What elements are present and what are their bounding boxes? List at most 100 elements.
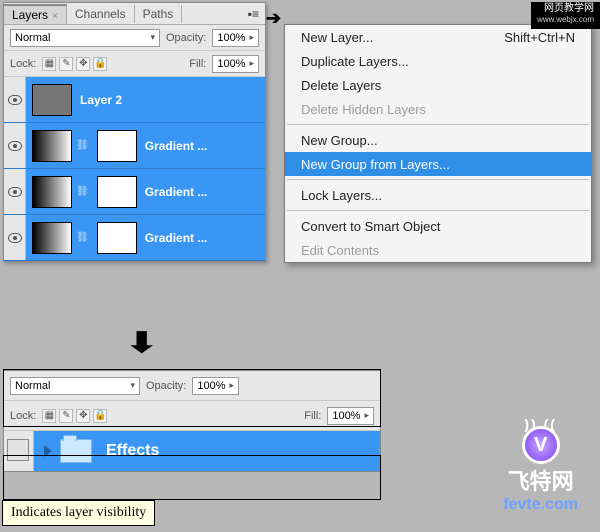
menu-delete-hidden-layers: Delete Hidden Layers (285, 97, 591, 121)
layer-row[interactable]: ⛓ Gradient ... (4, 169, 265, 215)
layer-row[interactable]: ⛓ Gradient ... (4, 123, 265, 169)
panel-tabs: Layers × Channels Paths ▪≡ (4, 3, 265, 25)
panel-flyout-icon[interactable]: ▪≡ (242, 7, 265, 21)
watermark-brand: 飞特网 fevte.com (503, 464, 578, 514)
visibility-toggle[interactable] (4, 215, 26, 260)
lock-position-icon[interactable]: ✥ (76, 57, 90, 71)
eye-icon (8, 95, 22, 105)
menu-item-label: Delete Layers (301, 78, 381, 93)
folder-icon (60, 439, 92, 463)
watermark-url: www.webjx.com (537, 14, 594, 25)
layer-mask-thumbnail[interactable] (97, 130, 137, 162)
layer-row[interactable]: ⛓ Gradient ... (4, 215, 265, 261)
menu-new-group[interactable]: New Group... (285, 128, 591, 152)
lock-transparent-icon[interactable]: ▦ (42, 57, 56, 71)
layer-name[interactable]: Layer 2 (80, 93, 122, 107)
lock-label: Lock: (10, 58, 36, 70)
layers-list: Layer 2 ⛓ Gradient ... ⛓ Gradient ... ⛓ … (4, 77, 265, 261)
close-icon[interactable]: × (52, 11, 58, 22)
chevron-down-icon: ▾ (130, 380, 135, 391)
lock-position-icon[interactable]: ✥ (76, 409, 90, 423)
visibility-toggle[interactable] (4, 123, 26, 168)
layer-name[interactable]: Gradient ... (145, 185, 208, 199)
brand-text: 飞特网 (508, 469, 574, 494)
menu-delete-layers[interactable]: Delete Layers (285, 73, 591, 97)
layer-name[interactable]: Gradient ... (145, 139, 208, 153)
opacity-input[interactable]: 100% ▸ (212, 29, 259, 47)
lock-all-icon[interactable]: 🔒 (93, 57, 107, 71)
blend-mode-select[interactable]: Normal ▾ (10, 377, 140, 395)
tab-layers[interactable]: Layers × (4, 4, 67, 24)
opacity-label: Opacity: (166, 32, 206, 44)
lock-pixels-icon[interactable]: ✎ (59, 57, 73, 71)
group-name[interactable]: Effects (106, 442, 159, 460)
layers-panel: Layers × Channels Paths ▪≡ Normal ▾ Opaci… (3, 2, 266, 262)
link-icon: ⛓ (76, 140, 89, 151)
menu-duplicate-layers[interactable]: Duplicate Layers... (285, 49, 591, 73)
fill-label: Fill: (189, 58, 206, 70)
tab-channels[interactable]: Channels (67, 5, 135, 23)
blend-mode-value: Normal (15, 380, 50, 392)
chevron-right-icon: ▸ (230, 380, 235, 391)
visibility-toggle[interactable] (4, 77, 26, 122)
layer-mask-thumbnail[interactable] (97, 222, 137, 254)
menu-item-label: Duplicate Layers... (301, 54, 409, 69)
lock-pixels-icon[interactable]: ✎ (59, 409, 73, 423)
layer-thumbnail[interactable] (32, 176, 72, 208)
fill-input[interactable]: 100% ▸ (327, 407, 374, 425)
fill-label: Fill: (304, 410, 321, 422)
tab-layers-label: Layers (12, 8, 48, 22)
menu-separator (287, 124, 589, 125)
menu-item-label: Convert to Smart Object (301, 219, 440, 234)
lock-transparent-icon[interactable]: ▦ (42, 409, 56, 423)
layer-thumbnail[interactable] (32, 222, 72, 254)
group-row[interactable]: Effects (4, 431, 380, 471)
lock-icons: ▦ ✎ ✥ 🔒 (42, 57, 107, 71)
opacity-value: 100% (217, 32, 245, 44)
menu-lock-layers[interactable]: Lock Layers... (285, 183, 591, 207)
menu-item-label: Lock Layers... (301, 188, 382, 203)
layer-row[interactable]: Layer 2 (4, 77, 265, 123)
menu-item-label: New Group... (301, 133, 378, 148)
visibility-tooltip: Indicates layer visibility (2, 500, 155, 526)
layer-name[interactable]: Gradient ... (145, 231, 208, 245)
visibility-empty-icon (7, 439, 29, 461)
menu-new-group-from-layers[interactable]: New Group from Layers... (285, 152, 591, 176)
menu-edit-contents: Edit Contents (285, 238, 591, 262)
chevron-right-icon: ▸ (364, 410, 369, 421)
disclosure-triangle-icon[interactable] (44, 445, 52, 457)
blend-opacity-row: Normal ▾ Opacity: 100%▸ (4, 371, 380, 401)
layer-mask-thumbnail[interactable] (97, 176, 137, 208)
lock-label: Lock: (10, 410, 36, 422)
eye-icon (8, 233, 22, 243)
eye-icon (8, 141, 22, 151)
fill-value: 100% (332, 410, 360, 422)
arrow-down-icon: ⬇ (125, 326, 158, 359)
watermark-title: 网页教学网 (544, 3, 594, 14)
visibility-toggle[interactable] (4, 431, 34, 471)
menu-separator (287, 210, 589, 211)
layer-thumbnail[interactable] (32, 130, 72, 162)
blend-opacity-row: Normal ▾ Opacity: 100% ▸ (4, 25, 265, 51)
opacity-value: 100% (197, 380, 225, 392)
tab-paths[interactable]: Paths (135, 5, 183, 23)
watermark-logo: )) (( V 飞特网 fevte.com (503, 416, 578, 514)
fill-input[interactable]: 100%▸ (212, 55, 259, 73)
visibility-toggle[interactable] (4, 169, 26, 214)
arrow-right-icon: ➔ (266, 8, 281, 29)
lock-icons: ▦ ✎ ✥ 🔒 (42, 409, 107, 423)
menu-item-label: Delete Hidden Layers (301, 102, 426, 117)
chevron-right-icon: ▸ (249, 32, 254, 43)
menu-item-label: New Layer... (301, 30, 373, 45)
blend-mode-select[interactable]: Normal ▾ (10, 29, 160, 47)
menu-separator (287, 179, 589, 180)
chevron-down-icon: ▾ (150, 32, 155, 43)
layers-flyout-menu: New Layer... Shift+Ctrl+N Duplicate Laye… (284, 24, 592, 263)
layer-thumbnail[interactable] (32, 84, 72, 116)
opacity-input[interactable]: 100% ▸ (192, 377, 239, 395)
menu-convert-smart-object[interactable]: Convert to Smart Object (285, 214, 591, 238)
menu-item-label: New Group from Layers... (301, 157, 450, 172)
lock-all-icon[interactable]: 🔒 (93, 409, 107, 423)
link-icon: ⛓ (76, 186, 89, 197)
eye-icon (8, 187, 22, 197)
